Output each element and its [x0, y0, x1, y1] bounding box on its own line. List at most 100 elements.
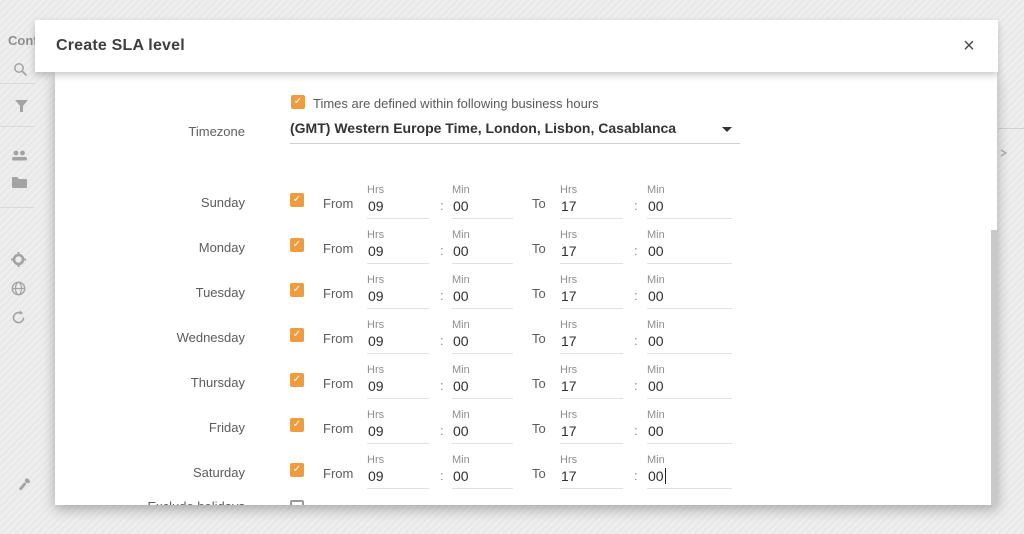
colon-separator: :: [440, 468, 444, 483]
from-min-input[interactable]: [452, 422, 513, 444]
hrs-label: Hrs: [560, 319, 623, 331]
from-min-input[interactable]: [452, 197, 513, 219]
wrench-icon: [14, 477, 32, 500]
colon-separator: :: [440, 333, 444, 348]
to-hrs-input[interactable]: [560, 422, 623, 444]
timezone-label: Timezone: [95, 124, 245, 139]
hrs-label: Hrs: [560, 409, 623, 421]
from-hrs-input[interactable]: [367, 242, 429, 264]
day-checkbox[interactable]: ✓: [290, 418, 304, 432]
day-row-monday: Monday ✓ From Hrs : Min To Hrs : Min: [55, 229, 997, 274]
to-min-input[interactable]: [647, 422, 732, 444]
from-min-input[interactable]: [452, 287, 513, 309]
from-min-input[interactable]: [452, 332, 513, 354]
to-min-input[interactable]: [647, 467, 732, 489]
from-hrs-input[interactable]: [367, 422, 429, 444]
min-label: Min: [647, 454, 732, 466]
hrs-label: Hrs: [560, 229, 623, 241]
from-hrs-input[interactable]: [367, 467, 429, 489]
from-min-input[interactable]: [452, 467, 513, 489]
to-min-field: Min: [647, 364, 732, 399]
min-label: Min: [647, 319, 732, 331]
from-min-field: Min: [452, 454, 513, 489]
hrs-label: Hrs: [367, 274, 429, 286]
to-hrs-field: Hrs: [560, 319, 623, 354]
from-hrs-input[interactable]: [367, 377, 429, 399]
hrs-label: Hrs: [560, 454, 623, 466]
day-checkbox[interactable]: ✓: [290, 238, 304, 252]
to-min-field: Min: [647, 454, 732, 489]
min-label: Min: [452, 319, 513, 331]
from-min-input[interactable]: [452, 377, 513, 399]
to-label: To: [532, 286, 546, 301]
day-checkbox[interactable]: ✓: [290, 283, 304, 297]
from-min-field: Min: [452, 364, 513, 399]
to-label: To: [532, 376, 546, 391]
colon-separator: :: [440, 288, 444, 303]
create-sla-dialog-body: ✓ Times are defined within following bus…: [55, 72, 997, 505]
business-hours-label: Times are defined within following busin…: [313, 96, 599, 111]
colon-separator: :: [634, 468, 638, 483]
to-min-field: Min: [647, 274, 732, 309]
scrollbar-thumb[interactable]: [991, 230, 997, 505]
from-min-field: Min: [452, 184, 513, 219]
min-label: Min: [647, 409, 732, 421]
close-icon[interactable]: ×: [955, 32, 983, 60]
from-label: From: [323, 376, 353, 391]
to-hrs-input[interactable]: [560, 197, 623, 219]
to-min-input[interactable]: [647, 197, 732, 219]
to-min-input[interactable]: [647, 287, 732, 309]
from-hrs-field: Hrs: [367, 274, 429, 309]
to-hrs-input[interactable]: [560, 467, 623, 489]
min-label: Min: [647, 229, 732, 241]
day-label: Tuesday: [95, 285, 245, 300]
min-label: Min: [647, 184, 732, 196]
day-label: Monday: [95, 240, 245, 255]
to-min-field: Min: [647, 319, 732, 354]
colon-separator: :: [634, 198, 638, 213]
day-checkbox[interactable]: ✓: [290, 328, 304, 342]
from-hrs-input[interactable]: [367, 332, 429, 354]
hrs-label: Hrs: [367, 184, 429, 196]
to-hrs-field: Hrs: [560, 364, 623, 399]
sidebar-divider: [0, 83, 35, 84]
to-min-input[interactable]: [647, 377, 732, 399]
day-row-friday: Friday ✓ From Hrs : Min To Hrs : Min: [55, 409, 997, 454]
from-hrs-field: Hrs: [367, 229, 429, 264]
to-hrs-input[interactable]: [560, 377, 623, 399]
sidebar-divider: [0, 126, 35, 127]
min-label: Min: [452, 409, 513, 421]
from-label: From: [323, 286, 353, 301]
background-divider: [998, 128, 1024, 129]
exclude-holidays-checkbox[interactable]: [290, 500, 304, 505]
to-min-input[interactable]: [647, 332, 732, 354]
day-checkbox[interactable]: ✓: [290, 193, 304, 207]
to-min-input[interactable]: [647, 242, 732, 264]
from-min-input[interactable]: [452, 242, 513, 264]
day-checkbox[interactable]: ✓: [290, 463, 304, 477]
day-label: Friday: [95, 420, 245, 435]
from-hrs-field: Hrs: [367, 409, 429, 444]
timezone-select[interactable]: (GMT) Western Europe Time, London, Lisbo…: [290, 117, 740, 144]
min-label: Min: [647, 274, 732, 286]
to-hrs-input[interactable]: [560, 287, 623, 309]
sidebar-divider: [0, 207, 35, 208]
globe-icon: [11, 281, 26, 301]
min-label: Min: [452, 184, 513, 196]
from-min-field: Min: [452, 229, 513, 264]
to-hrs-field: Hrs: [560, 274, 623, 309]
colon-separator: :: [634, 378, 638, 393]
colon-separator: :: [634, 288, 638, 303]
day-checkbox[interactable]: ✓: [290, 373, 304, 387]
from-hrs-input[interactable]: [367, 197, 429, 219]
to-label: To: [532, 466, 546, 481]
day-row-tuesday: Tuesday ✓ From Hrs : Min To Hrs : Min: [55, 274, 997, 319]
to-label: To: [532, 241, 546, 256]
from-hrs-input[interactable]: [367, 287, 429, 309]
business-hours-checkbox[interactable]: ✓: [291, 95, 305, 109]
from-label: From: [323, 466, 353, 481]
hrs-label: Hrs: [560, 274, 623, 286]
to-hrs-input[interactable]: [560, 242, 623, 264]
to-hrs-input[interactable]: [560, 332, 623, 354]
colon-separator: :: [440, 243, 444, 258]
